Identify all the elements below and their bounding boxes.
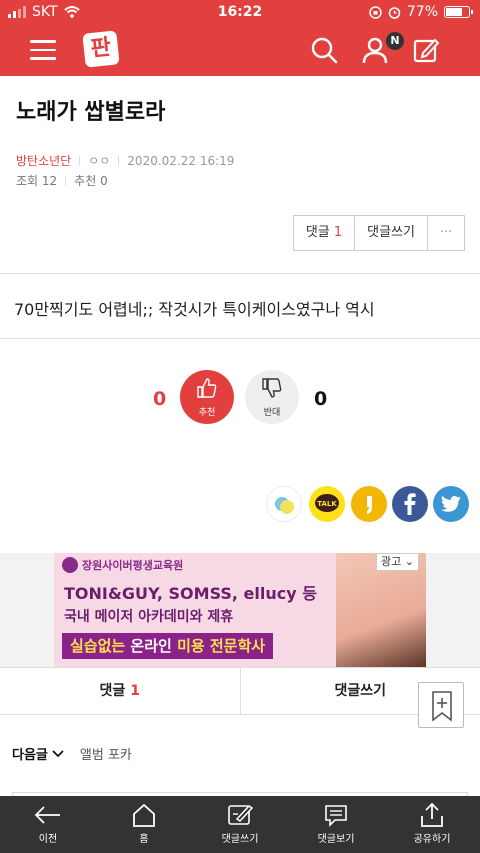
back-arrow-icon	[34, 806, 60, 824]
view-comments-icon	[325, 805, 347, 827]
kakao-talk-icon: TALK	[315, 494, 339, 512]
ad-text: 온라인	[125, 637, 178, 655]
twitter-share[interactable]	[433, 486, 469, 522]
meta-divider	[118, 155, 120, 166]
kakao-talk-share[interactable]: TALK	[309, 486, 345, 522]
recommend-label: 추천	[198, 408, 216, 418]
next-post[interactable]: 다음글 앨범 포카	[12, 744, 132, 763]
view-count: 조회 12	[16, 174, 58, 188]
comments-label: 댓글	[99, 683, 126, 699]
ad-line-1: TONI&GUY, SOMSS, ellucy 등	[64, 584, 317, 603]
home-icon	[133, 803, 155, 827]
nav-label: 댓글보기	[317, 834, 355, 845]
post-nickname: ㅇㅇ	[88, 154, 111, 168]
status-right: 77%	[369, 4, 473, 20]
nav-back[interactable]: 이전	[0, 796, 96, 853]
ad-line-3: 실습없는 온라인 미용 전문학사	[62, 633, 274, 659]
recommend-count: 추천 0	[74, 174, 108, 188]
down-vote-count: 0	[314, 388, 328, 410]
ad-line-2: 국내 메이저 아카데미와 제휴	[64, 609, 234, 625]
facebook-icon	[404, 493, 416, 515]
thumbs-up-icon	[197, 378, 217, 398]
thumbs-down-icon	[262, 378, 282, 398]
oppose-button[interactable]: 반대	[245, 370, 299, 424]
ad-org-logo	[62, 557, 78, 573]
write-comment-icon	[228, 805, 254, 825]
story-share[interactable]	[351, 486, 387, 522]
bookmark-button[interactable]	[418, 682, 464, 728]
post-date: 2020.02.22 16:19	[127, 153, 235, 168]
bottom-nav: 이전 홈 댓글쓰기 댓글보기 공유하기	[0, 796, 480, 853]
pann-logo[interactable]: 판	[82, 30, 120, 68]
battery-icon	[444, 6, 473, 18]
app-header: 판 N	[0, 24, 480, 76]
up-vote-count: 0	[153, 388, 167, 410]
menu-icon[interactable]	[30, 40, 56, 66]
post-author[interactable]: 방탄소년단	[16, 152, 71, 169]
status-bar: SKT 16:22 77%	[0, 0, 480, 24]
ad-tag-label: 광고	[381, 555, 402, 568]
nav-label: 공유하기	[413, 834, 451, 845]
post-stats: 조회 12 추천 0	[16, 172, 108, 189]
vote-section: 0 추천 반대 0	[0, 370, 480, 426]
next-title[interactable]: 앨범 포카	[80, 744, 132, 763]
kakao-story-share[interactable]	[266, 486, 302, 522]
ad-highlight: 미용 전문학사	[177, 637, 266, 655]
write-comment-button[interactable]: 댓글쓰기	[355, 216, 428, 250]
comments-label: 댓글	[305, 225, 330, 240]
post-title: 노래가 쌉별로라	[16, 100, 166, 125]
divider	[0, 273, 480, 274]
talk-label: TALK	[317, 500, 337, 508]
story-icon	[367, 496, 372, 514]
battery-fill	[446, 8, 463, 16]
nav-label: 댓글쓰기	[221, 834, 259, 845]
oppose-label: 반대	[263, 408, 281, 418]
recommend-button[interactable]: 추천	[180, 370, 234, 424]
nav-view-comments[interactable]: 댓글보기	[288, 796, 384, 853]
orientation-lock-icon	[369, 5, 382, 19]
comment-buttons: 댓글 1 댓글쓰기 ···	[292, 215, 465, 251]
ad-highlight: 실습없는	[70, 637, 126, 655]
chevron-down-icon: ⌄	[404, 555, 414, 568]
comments-button[interactable]: 댓글 1	[294, 216, 356, 250]
post-meta: 방탄소년단 ㅇㅇ 2020.02.22 16:19	[16, 152, 234, 169]
ad-tag[interactable]: 광고 ⌄	[376, 553, 419, 571]
nav-label: 홈	[139, 834, 149, 845]
meta-divider	[65, 175, 67, 186]
bookmark-add-icon	[432, 691, 452, 722]
divider	[0, 338, 480, 339]
chevron-down-icon	[52, 749, 64, 757]
ad-org: 장원사이버평생교육원	[62, 557, 183, 573]
ad-org-name: 장원사이버평생교육원	[82, 559, 184, 572]
next-label: 다음글	[12, 748, 48, 763]
write-icon[interactable]	[412, 36, 440, 64]
meta-divider	[79, 155, 81, 166]
post-body: 70만찍기도 어렵네;; 작것시가 특이케이스였구나 역시	[14, 300, 375, 319]
comment-bar: 댓글 1 댓글쓰기	[0, 667, 480, 715]
nav-share[interactable]: 공유하기	[384, 796, 480, 853]
comments-tab[interactable]: 댓글 1	[0, 668, 241, 714]
nav-home[interactable]: 홈	[96, 796, 192, 853]
comments-count: 1	[130, 683, 140, 699]
share-icon	[421, 802, 443, 827]
search-icon[interactable]	[310, 36, 338, 64]
alarm-icon	[388, 6, 401, 19]
facebook-share[interactable]	[392, 486, 428, 522]
user-icon[interactable]	[361, 36, 389, 64]
twitter-icon	[441, 495, 461, 512]
ad-content[interactable]: 장원사이버평생교육원 TONI&GUY, SOMSS, ellucy 등 국내 …	[54, 553, 426, 667]
ad-banner[interactable]: 장원사이버평생교육원 TONI&GUY, SOMSS, ellucy 등 국내 …	[0, 553, 480, 667]
kakao-story-icon	[275, 497, 294, 514]
battery-percent: 77%	[406, 4, 438, 20]
comments-count: 1	[333, 225, 343, 240]
notification-badge: N	[386, 32, 404, 50]
nav-write-comment[interactable]: 댓글쓰기	[192, 796, 288, 853]
nav-label: 이전	[38, 834, 58, 845]
more-button[interactable]: ···	[428, 216, 464, 250]
